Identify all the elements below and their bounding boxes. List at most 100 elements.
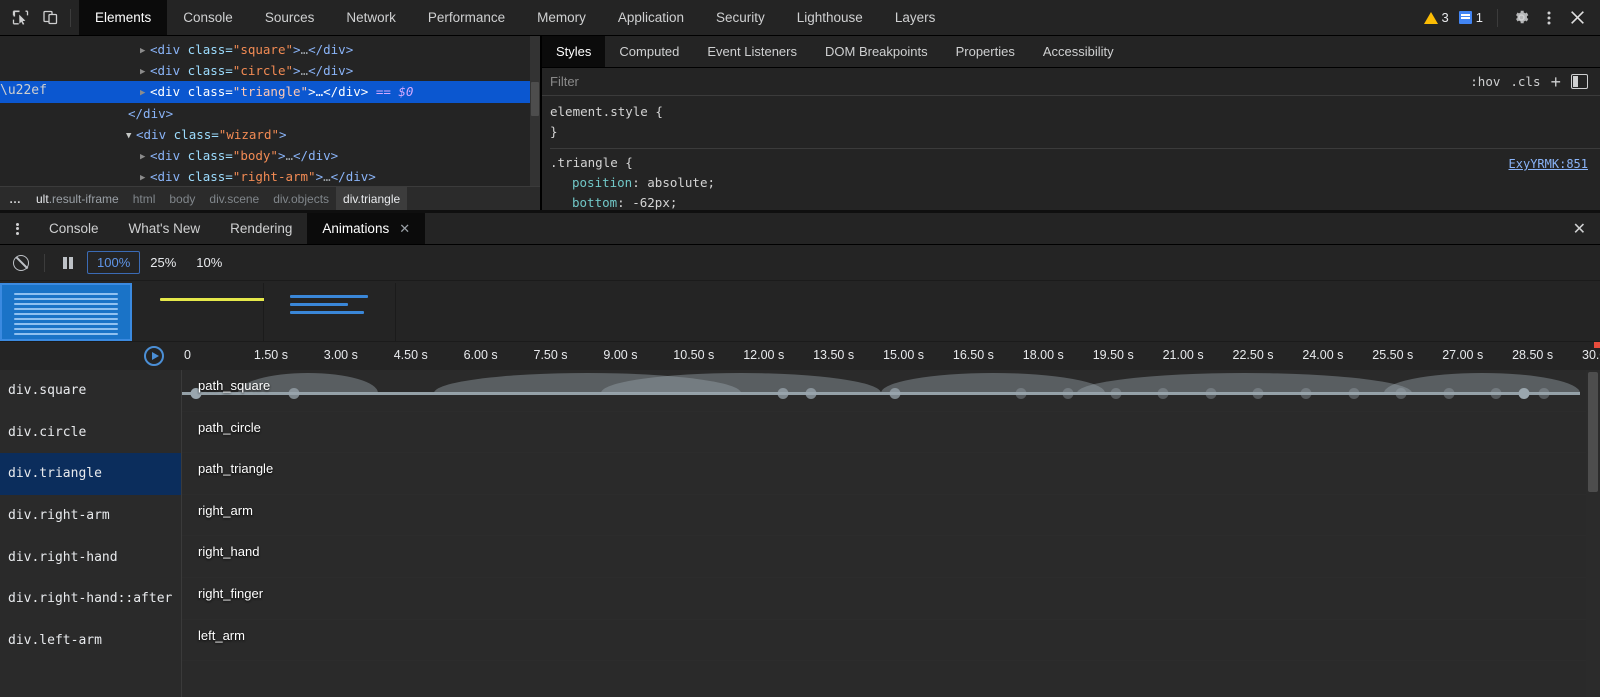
timeline-row-left-arm[interactable]: div.left-arm left_arm: [0, 620, 1600, 662]
timeline-scrollbar[interactable]: [1586, 370, 1600, 697]
timeline-row-right-hand-after[interactable]: div.right-hand::after right_finger: [0, 578, 1600, 620]
timeline-row-triangle[interactable]: div.triangle path_triangle: [0, 453, 1600, 495]
tab-computed[interactable]: Computed: [605, 36, 693, 67]
timeline-track[interactable]: [182, 453, 1580, 495]
clear-all-icon[interactable]: [8, 250, 34, 276]
timeline-row-label[interactable]: div.right-arm: [0, 495, 182, 537]
expand-arrow-icon[interactable]: ▶: [140, 62, 150, 83]
dom-node-close-objects[interactable]: </div>: [0, 103, 540, 124]
tab-security[interactable]: Security: [700, 0, 781, 35]
timeline-row-partial[interactable]: [0, 661, 1600, 697]
tab-lighthouse[interactable]: Lighthouse: [781, 0, 879, 35]
inspect-cursor-icon[interactable]: [6, 4, 34, 32]
tab-accessibility[interactable]: Accessibility: [1029, 36, 1128, 67]
timeline-row-label[interactable]: div.square: [0, 370, 182, 412]
keyframe-marker[interactable]: [1205, 388, 1216, 399]
timeline-row-label[interactable]: div.right-hand::after: [0, 578, 182, 620]
keyframe-marker[interactable]: [288, 388, 299, 399]
message-badge[interactable]: 1: [1455, 10, 1487, 25]
element-style-rule[interactable]: element.style { }: [550, 102, 1600, 142]
playback-rate-10[interactable]: 10%: [186, 251, 232, 274]
dom-node-wizard[interactable]: ▼<div class="wizard">: [0, 124, 540, 145]
tab-properties[interactable]: Properties: [942, 36, 1029, 67]
keyframe-marker[interactable]: [1110, 388, 1121, 399]
dom-tree[interactable]: ▶<div class="square">…</div> ▶<div class…: [0, 36, 540, 187]
expand-arrow-icon[interactable]: ▶: [140, 83, 150, 104]
gear-icon[interactable]: [1508, 5, 1534, 31]
timeline-track[interactable]: [182, 412, 1580, 454]
expand-arrow-icon[interactable]: ▶: [140, 147, 150, 168]
computed-sidebar-toggle-icon[interactable]: [1571, 74, 1588, 89]
tab-dom-breakpoints[interactable]: DOM Breakpoints: [811, 36, 942, 67]
timeline-track[interactable]: [182, 661, 1580, 697]
breadcrumb-overflow[interactable]: …: [0, 192, 29, 206]
tab-elements[interactable]: Elements: [79, 0, 167, 35]
timeline-row-circle[interactable]: div.circle path_circle: [0, 412, 1600, 454]
breadcrumb-item-body[interactable]: body: [162, 192, 202, 206]
tab-console[interactable]: Console: [167, 0, 249, 35]
drawer-tab-console[interactable]: Console: [34, 213, 114, 244]
keyframe-marker[interactable]: [1396, 388, 1407, 399]
dom-node-right-arm[interactable]: ▶<div class="right-arm">…</div>: [0, 166, 540, 187]
timeline-row-label[interactable]: div.right-hand: [0, 536, 182, 578]
timeline-track[interactable]: [182, 578, 1580, 620]
stylesheet-source-link[interactable]: ExyYRMK:851: [1509, 154, 1588, 174]
breadcrumb-item-html[interactable]: html: [126, 192, 163, 206]
tab-memory[interactable]: Memory: [521, 0, 602, 35]
keyframe-marker[interactable]: [1519, 388, 1530, 399]
warning-badge[interactable]: 3: [1420, 10, 1453, 25]
close-icon[interactable]: ✕: [399, 221, 410, 237]
drawer-tab-whats-new[interactable]: What's New: [114, 213, 216, 244]
timeline-track[interactable]: [182, 495, 1580, 537]
dom-node-circle[interactable]: ▶<div class="circle">…</div>: [0, 60, 540, 81]
drawer-tab-rendering[interactable]: Rendering: [215, 213, 307, 244]
keyframe-marker[interactable]: [889, 388, 900, 399]
dom-node-triangle-selected[interactable]: \u22ef ▶<div class="triangle">…</div> ==…: [0, 81, 540, 102]
keyframe-marker[interactable]: [1015, 388, 1026, 399]
element-classes-button[interactable]: .cls: [1510, 74, 1540, 89]
elements-scrollbar-thumb[interactable]: [531, 82, 539, 116]
timeline-row-square[interactable]: div.square path_square: [0, 370, 1600, 412]
timeline-row-label[interactable]: div.left-arm: [0, 620, 182, 662]
timeline-track[interactable]: [182, 620, 1580, 662]
keyframe-marker[interactable]: [1348, 388, 1359, 399]
breadcrumb-item-triangle[interactable]: div.triangle: [336, 187, 407, 211]
close-icon[interactable]: [1564, 5, 1590, 31]
keyframe-marker[interactable]: [1538, 388, 1549, 399]
animation-group-1[interactable]: [0, 283, 132, 341]
keyframe-marker[interactable]: [806, 388, 817, 399]
tab-styles[interactable]: Styles: [542, 36, 605, 67]
timeline-row-label[interactable]: div.circle: [0, 412, 182, 454]
replay-icon[interactable]: [144, 346, 164, 366]
tab-performance[interactable]: Performance: [412, 0, 521, 35]
tab-event-listeners[interactable]: Event Listeners: [693, 36, 811, 67]
drawer-tab-animations[interactable]: Animations ✕: [307, 213, 425, 244]
timeline-track[interactable]: [182, 536, 1580, 578]
breadcrumb-item-scene[interactable]: div.scene: [202, 192, 266, 206]
timeline-row-right-hand[interactable]: div.right-hand right_hand: [0, 536, 1600, 578]
playback-rate-100[interactable]: 100%: [87, 251, 140, 274]
keyframe-marker[interactable]: [1300, 388, 1311, 399]
timeline-track[interactable]: [182, 370, 1580, 412]
animation-group-2[interactable]: [132, 283, 264, 341]
breadcrumb-item-objects[interactable]: div.objects: [266, 192, 336, 206]
timeline-ruler[interactable]: 01.50 s3.00 s4.50 s6.00 s7.50 s9.00 s10.…: [0, 342, 1600, 370]
drawer-more-tools-icon[interactable]: [0, 213, 34, 244]
tab-application[interactable]: Application: [602, 0, 700, 35]
new-style-rule-button[interactable]: +: [1550, 73, 1561, 91]
timeline-scrollbar-thumb[interactable]: [1588, 372, 1598, 492]
keyframe-marker[interactable]: [1158, 388, 1169, 399]
triangle-style-rule[interactable]: .triangle { ExyYRMK:851 position: absolu…: [550, 149, 1600, 213]
dom-node-body[interactable]: ▶<div class="body">…</div>: [0, 145, 540, 166]
keyframe-marker[interactable]: [778, 388, 789, 399]
device-toolbar-icon[interactable]: [36, 4, 64, 32]
keyframe-marker[interactable]: [1063, 388, 1074, 399]
collapse-arrow-icon[interactable]: ▼: [126, 126, 136, 147]
pause-icon[interactable]: [55, 250, 81, 276]
keyframe-marker[interactable]: [1253, 388, 1264, 399]
keyframe-marker[interactable]: [1443, 388, 1454, 399]
timeline-row-right-arm[interactable]: div.right-arm right_arm: [0, 495, 1600, 537]
timeline-row-label[interactable]: div.triangle: [0, 453, 182, 495]
timeline-row-label[interactable]: [0, 661, 182, 697]
styles-filter-input[interactable]: Filter: [550, 74, 579, 89]
